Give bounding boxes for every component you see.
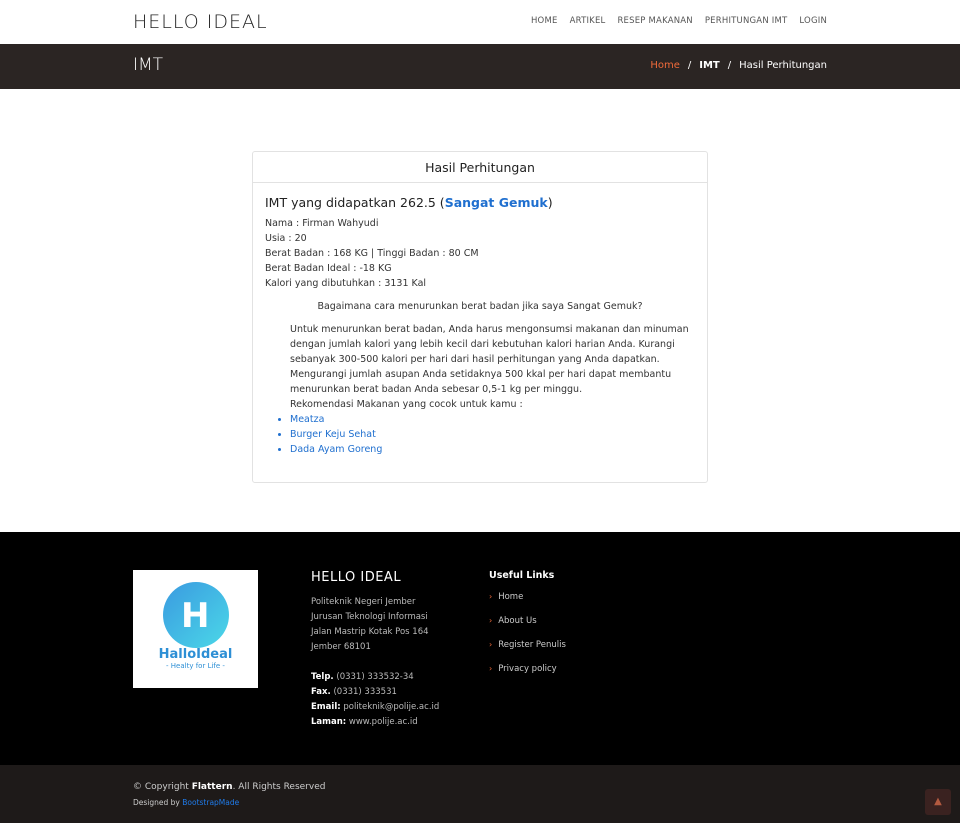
footer-logo: H HalloIdeal - Healty for Life - <box>133 570 258 688</box>
back-to-top-button[interactable]: ▲ <box>925 789 951 815</box>
chevron-right-icon: › <box>489 616 493 625</box>
footer-links-column: Useful Links › Home › About Us › Register P… <box>489 570 566 688</box>
site-brand[interactable]: HELLO IDEAL <box>133 11 268 33</box>
imt-value-text: IMT yang didapatkan 262.5 ( <box>265 195 445 210</box>
address-line: Politeknik Negeri Jember <box>311 597 416 607</box>
breadcrumb-separator: / <box>687 60 692 71</box>
footer-contact-column: HELLO IDEAL Politeknik Negeri Jember Jur… <box>311 570 439 730</box>
result-card-title: Hasil Perhitungan <box>253 152 707 183</box>
footer-link-about[interactable]: › About Us <box>489 616 566 640</box>
logo-name: HalloIdeal <box>158 647 233 662</box>
imt-result-heading: IMT yang didapatkan 262.5 (Sangat Gemuk) <box>265 195 695 210</box>
nav-item-artikel[interactable]: ARTIKEL <box>570 16 606 26</box>
result-card-body: IMT yang didapatkan 262.5 (Sangat Gemuk)… <box>253 183 707 469</box>
address-line: Jalan Mastrip Kotak Pos 164 <box>311 627 429 637</box>
chevron-right-icon: › <box>489 664 493 673</box>
address-line: Jurusan Teknologi Informasi <box>311 612 428 622</box>
advice-text: Untuk menurunkan berat badan, Anda harus… <box>290 324 689 395</box>
footer-link-privacy[interactable]: › Privacy policy <box>489 664 566 688</box>
useful-links-title: Useful Links <box>489 570 555 581</box>
chevron-right-icon: › <box>489 592 493 601</box>
breadcrumb: Home / IMT / Hasil Perhitungan <box>650 60 827 71</box>
recommendation-link-burger[interactable]: Burger Keju Sehat <box>290 427 695 442</box>
footer-address: Politeknik Negeri Jember Jurusan Teknolo… <box>311 595 439 655</box>
chevron-up-icon: ▲ <box>934 796 942 807</box>
nav-item-resep-makanan[interactable]: RESEP MAKANAN <box>617 16 692 26</box>
copyright-bar: © Copyright Flattern. All Rights Reserve… <box>0 765 960 823</box>
info-calories: Kalori yang dibutuhkan : 3131 Kal <box>265 278 427 289</box>
contact-phone: Telp. (0331) 333532-34 <box>311 672 414 682</box>
footer: H HalloIdeal - Healty for Life - HELLO I… <box>0 532 960 765</box>
breadcrumb-current: Hasil Perhitungan <box>739 60 827 71</box>
info-age: Usia : 20 <box>265 233 307 244</box>
breadcrumb-imt[interactable]: IMT <box>699 60 720 71</box>
main-nav: HOME ARTIKEL RESEP MAKANAN PERHITUNGAN I… <box>531 16 827 26</box>
imt-category: Sangat Gemuk <box>444 195 548 210</box>
designed-by-link[interactable]: BootstrapMade <box>182 798 239 807</box>
top-navbar: HELLO IDEAL HOME ARTIKEL RESEP MAKANAN P… <box>0 0 960 44</box>
info-name: Nama : Firman Wahyudi <box>265 218 379 229</box>
logo-mark-icon: H <box>163 582 229 648</box>
copyright-text: © Copyright Flattern. All Rights Reserve… <box>133 782 326 792</box>
nav-item-login[interactable]: LOGIN <box>799 16 827 26</box>
footer-link-register[interactable]: › Register Penulis <box>489 640 566 664</box>
chevron-right-icon: › <box>489 640 493 649</box>
nav-item-perhitungan-imt[interactable]: PERHITUNGAN IMT <box>705 16 788 26</box>
recommendation-list: Meatza Burger Keju Sehat Dada Ayam Goren… <box>290 412 695 457</box>
footer-title: HELLO IDEAL <box>311 570 402 585</box>
contact-email: Email: politeknik@polije.ac.id <box>311 702 440 712</box>
result-card: Hasil Perhitungan IMT yang didapatkan 26… <box>252 151 708 483</box>
contact-fax: Fax. (0331) 333531 <box>311 687 397 697</box>
designed-by-text: Designed by BootstrapMade <box>133 798 240 807</box>
recommendation-label: Rekomendasi Makanan yang cocok untuk kam… <box>290 399 523 410</box>
recommendation-link-dada-ayam[interactable]: Dada Ayam Goreng <box>290 442 695 457</box>
recommendation-link-meatza[interactable]: Meatza <box>290 412 695 427</box>
footer-contacts: Telp. (0331) 333532-34 Fax. (0331) 33353… <box>311 670 439 730</box>
contact-website: Laman: www.polije.ac.id <box>311 717 418 727</box>
advice-question: Bagaimana cara menurunkan berat badan ji… <box>317 301 643 312</box>
breadcrumb-separator: / <box>727 60 732 71</box>
person-info: Nama : Firman Wahyudi Usia : 20 Berat Ba… <box>265 216 695 291</box>
footer-link-home[interactable]: › Home <box>489 592 566 616</box>
address-line: Jember 68101 <box>311 642 371 652</box>
info-ideal-weight: Berat Badan Ideal : -18 KG <box>265 263 392 274</box>
imt-close-paren: ) <box>547 195 553 210</box>
logo-tagline: - Healty for Life - <box>166 662 225 670</box>
info-weight-height: Berat Badan : 168 KG | Tinggi Badan : 80… <box>265 248 479 259</box>
breadcrumb-home[interactable]: Home <box>650 60 680 71</box>
page-title-band: IMT Home / IMT / Hasil Perhitungan <box>0 44 960 89</box>
page-title: IMT <box>133 55 164 75</box>
nav-item-home[interactable]: HOME <box>531 16 558 26</box>
